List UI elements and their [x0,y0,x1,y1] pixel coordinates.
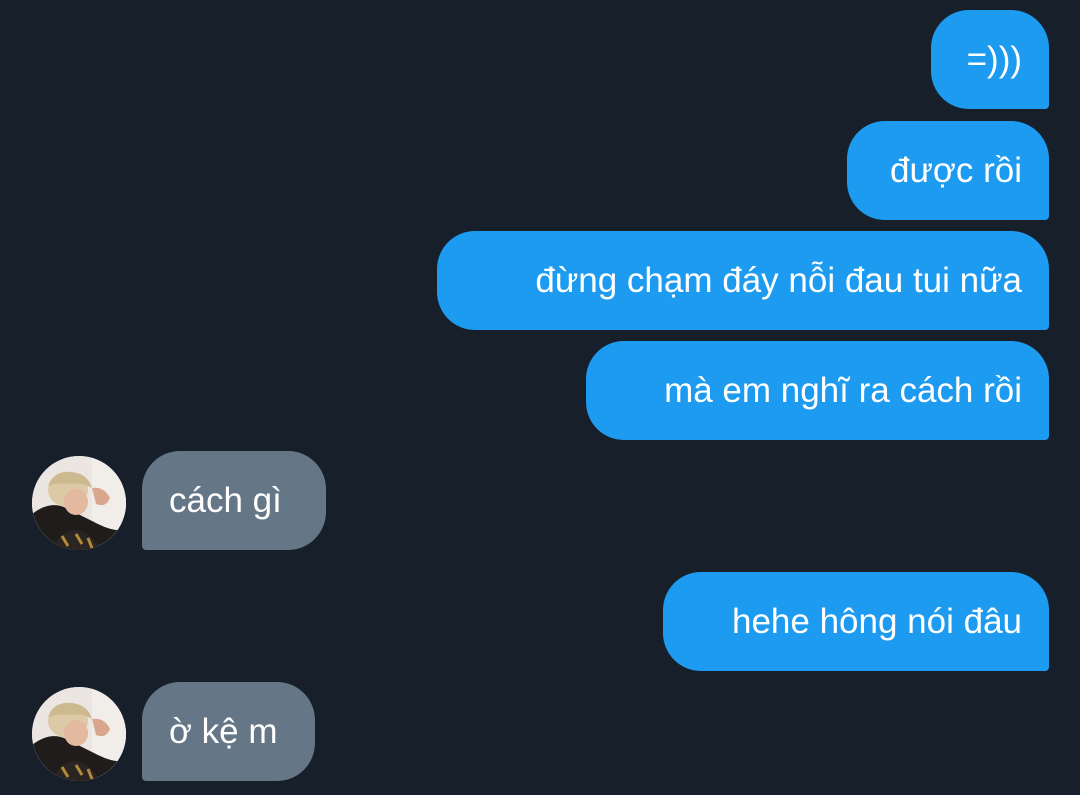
message-text: cách gì [169,480,282,520]
message-bubble-outgoing[interactable]: đừng chạm đáy nỗi đau tui nữa [437,231,1049,330]
message-text: được rồi [890,150,1022,190]
chat-thread: =))) được rồi đừng chạm đáy nỗi đau tui … [0,0,1080,795]
avatar-photo-icon [32,456,126,550]
message-bubble-outgoing[interactable]: được rồi [847,121,1049,220]
message-bubble-outgoing[interactable]: =))) [931,10,1049,109]
message-text: mà em nghĩ ra cách rồi [664,370,1022,410]
message-bubble-incoming[interactable]: ờ kệ m [142,682,315,781]
contact-avatar[interactable] [32,687,126,781]
message-bubble-incoming[interactable]: cách gì [142,451,326,550]
message-text: hehe hông nói đâu [732,601,1022,641]
message-bubble-outgoing[interactable]: mà em nghĩ ra cách rồi [586,341,1049,440]
message-text: đừng chạm đáy nỗi đau tui nữa [535,260,1022,300]
avatar-photo-icon [32,687,126,781]
message-text: ờ kệ m [169,711,278,751]
message-text: =))) [966,39,1022,79]
message-bubble-outgoing[interactable]: hehe hông nói đâu [663,572,1049,671]
contact-avatar[interactable] [32,456,126,550]
